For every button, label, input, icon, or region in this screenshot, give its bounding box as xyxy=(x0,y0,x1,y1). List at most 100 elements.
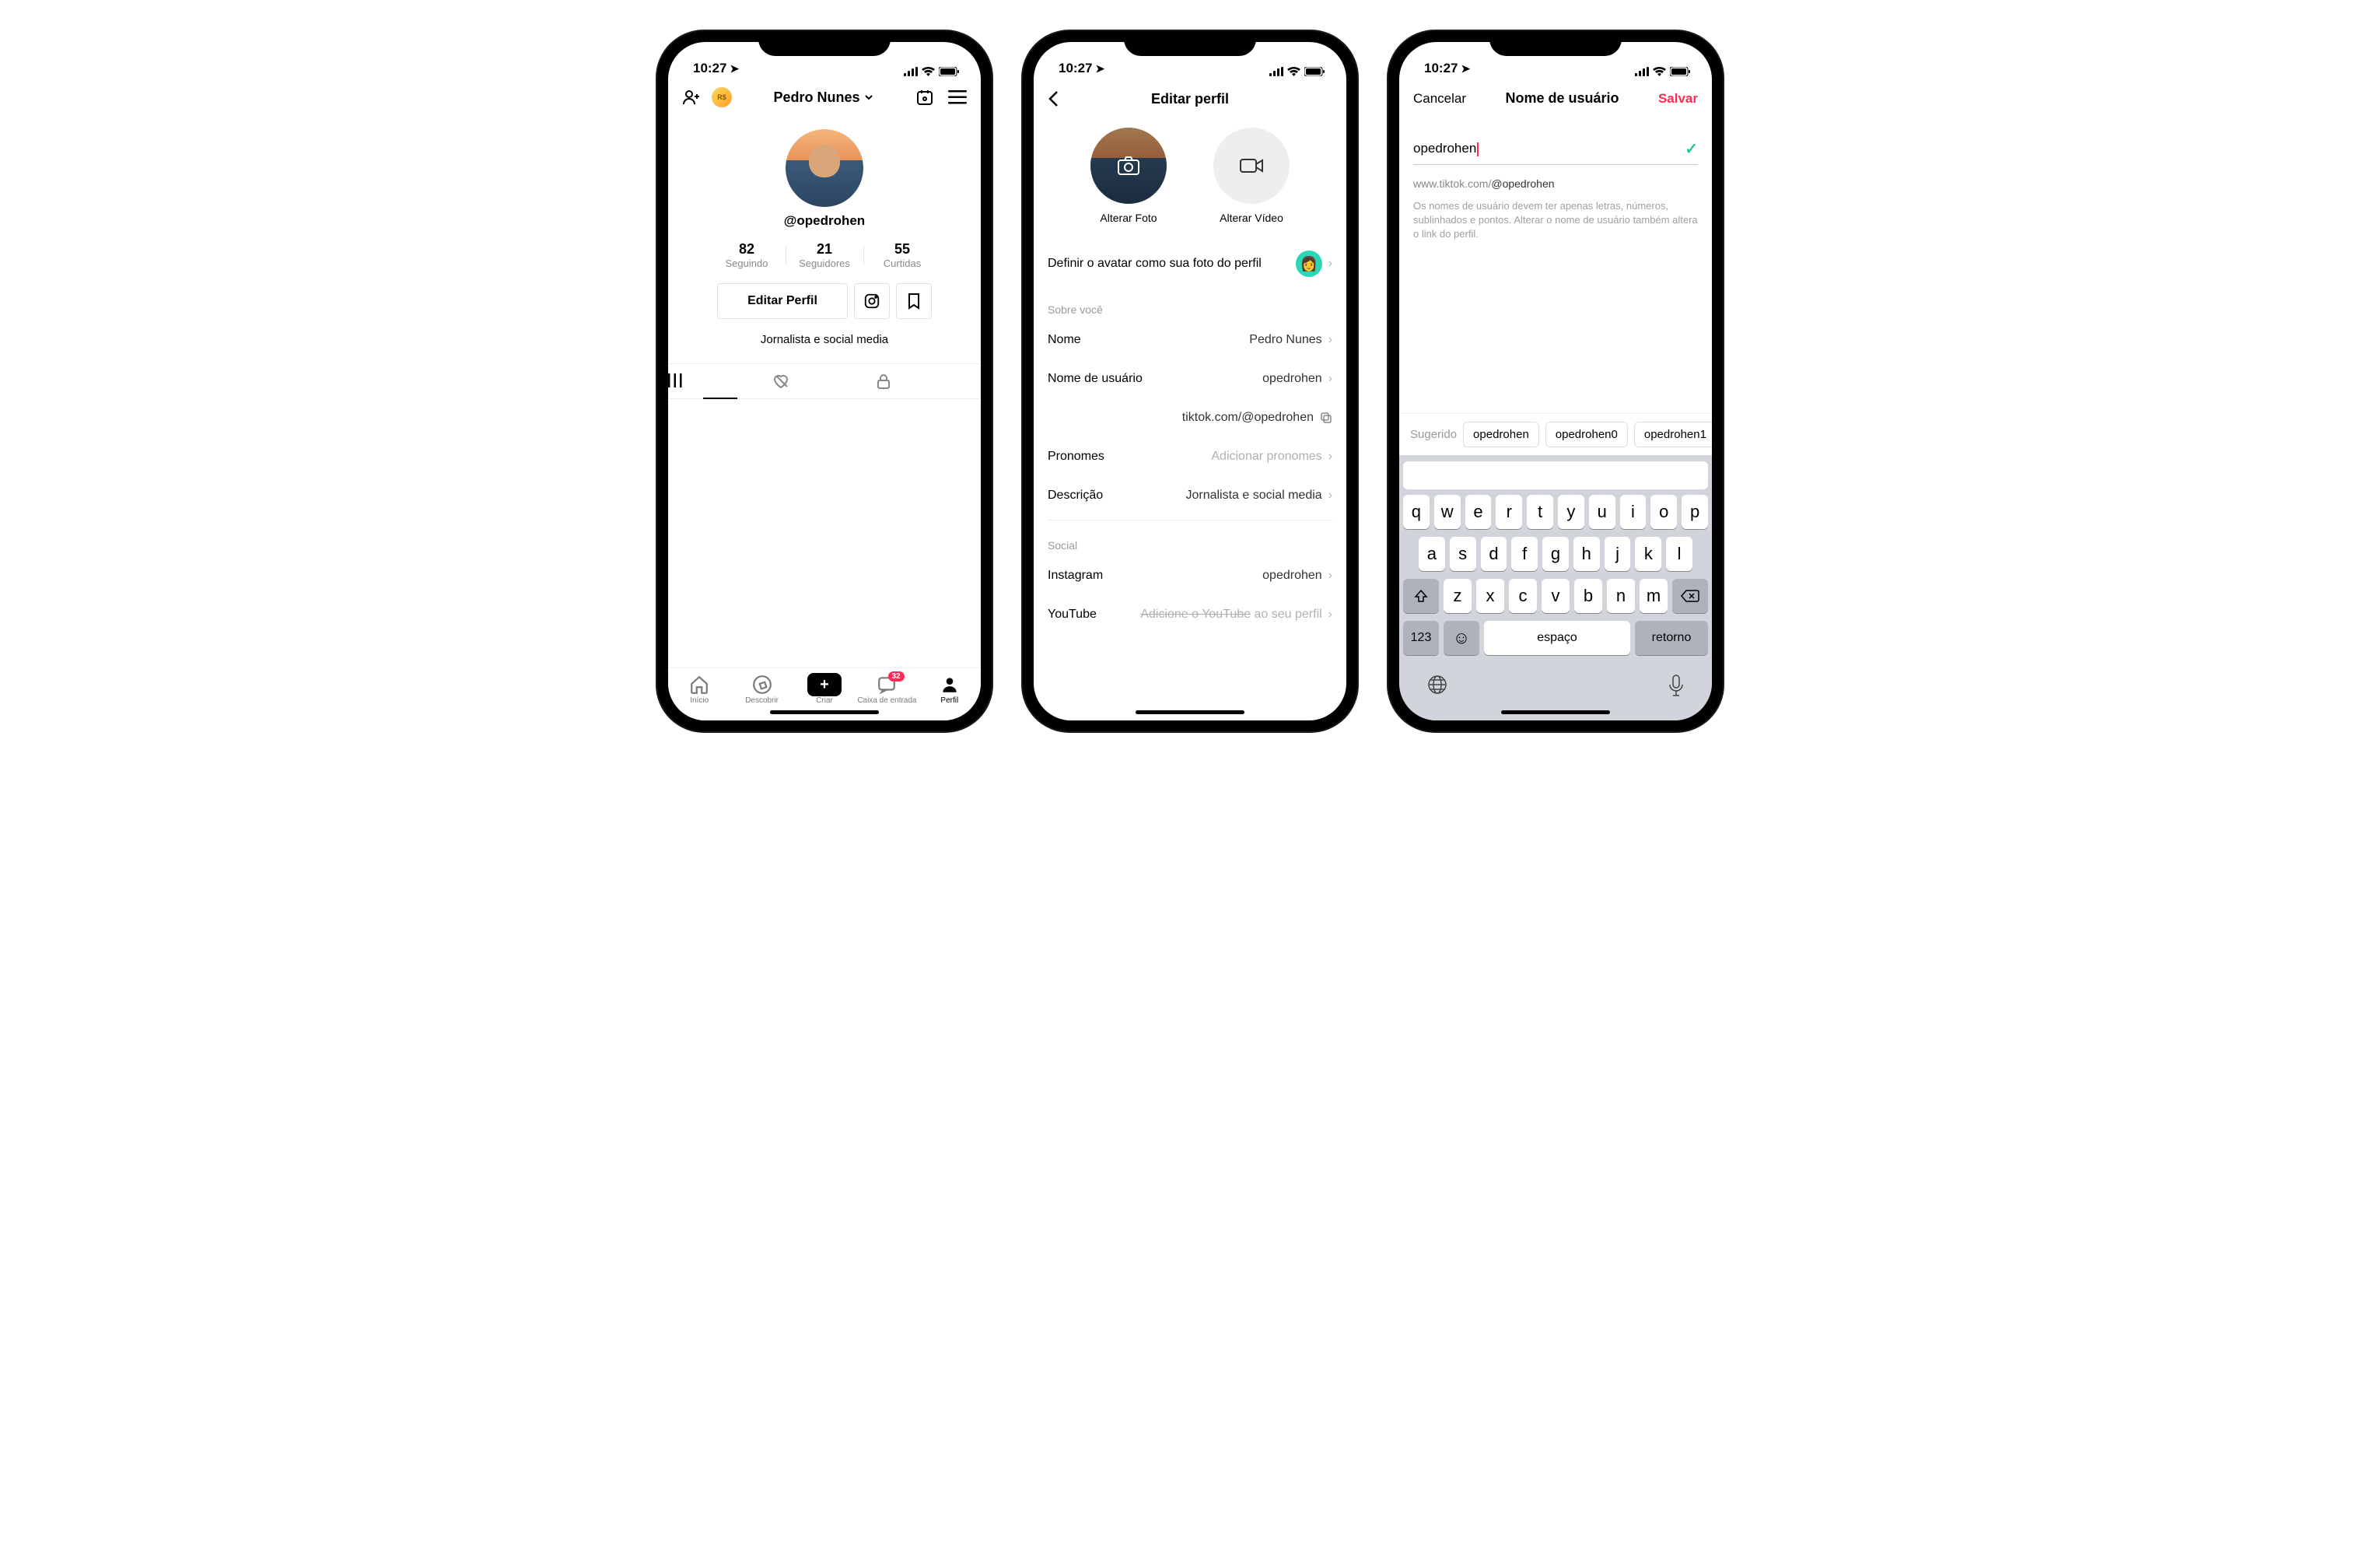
avatar-row[interactable]: Definir o avatar como sua foto do perfil… xyxy=(1034,238,1346,289)
signal-icon xyxy=(1269,67,1283,76)
key-d[interactable]: d xyxy=(1481,537,1507,571)
save-button[interactable]: Salvar xyxy=(1658,91,1698,107)
signal-icon xyxy=(904,67,918,76)
key-emoji[interactable]: ☺ xyxy=(1444,621,1479,655)
location-icon: ➤ xyxy=(1095,62,1104,75)
row-profile-link[interactable]: tiktok.com/@opedrohen xyxy=(1034,398,1346,437)
coin-icon[interactable]: R$ xyxy=(712,87,732,107)
inbox-badge: 32 xyxy=(888,671,905,682)
suggestion-chip[interactable]: opedrohen1 xyxy=(1634,422,1712,447)
nav-home[interactable]: Início xyxy=(668,675,730,705)
key-q[interactable]: q xyxy=(1403,495,1430,529)
change-photo[interactable]: Alterar Foto xyxy=(1090,128,1167,224)
key-h[interactable]: h xyxy=(1573,537,1600,571)
key-o[interactable]: o xyxy=(1650,495,1677,529)
key-shift[interactable] xyxy=(1403,579,1439,613)
lock-icon xyxy=(877,373,891,389)
stat-followers[interactable]: 21 Seguidores xyxy=(786,241,863,269)
video-icon xyxy=(1239,156,1264,175)
suggestion-chip[interactable]: opedrohen xyxy=(1463,422,1539,447)
home-indicator[interactable] xyxy=(770,710,879,714)
key-b[interactable]: b xyxy=(1574,579,1602,613)
chevron-right-icon: › xyxy=(1328,608,1332,622)
key-backspace[interactable] xyxy=(1672,579,1708,613)
key-123[interactable]: 123 xyxy=(1403,621,1439,655)
key-i[interactable]: i xyxy=(1620,495,1647,529)
home-indicator[interactable] xyxy=(1501,710,1610,714)
status-time: 10:27 xyxy=(693,61,726,76)
suggested-label: Sugerido xyxy=(1410,428,1457,441)
section-social: Social xyxy=(1034,525,1346,556)
key-space[interactable]: espaço xyxy=(1484,621,1630,655)
stat-likes[interactable]: 55 Curtidas xyxy=(863,241,941,269)
profile-url: www.tiktok.com/@opedrohen xyxy=(1413,177,1698,190)
bookmark-button[interactable] xyxy=(896,283,932,319)
row-instagram[interactable]: Instagram opedrohen› xyxy=(1034,556,1346,595)
key-g[interactable]: g xyxy=(1542,537,1569,571)
tab-grid[interactable] xyxy=(668,364,772,398)
calendar-icon[interactable] xyxy=(915,88,934,107)
menu-icon[interactable] xyxy=(948,90,967,104)
avatar[interactable] xyxy=(786,129,863,207)
key-f[interactable]: f xyxy=(1511,537,1538,571)
tab-liked[interactable] xyxy=(772,364,877,398)
stat-following[interactable]: 82 Seguindo xyxy=(708,241,786,269)
key-t[interactable]: t xyxy=(1527,495,1553,529)
row-description[interactable]: Descrição Jornalista e social media› xyxy=(1034,476,1346,515)
status-icons xyxy=(904,67,959,76)
key-x[interactable]: x xyxy=(1476,579,1504,613)
key-w[interactable]: w xyxy=(1434,495,1461,529)
row-pronouns[interactable]: Pronomes Adicionar pronomes› xyxy=(1034,437,1346,476)
key-return[interactable]: retorno xyxy=(1635,621,1708,655)
wifi-icon xyxy=(1287,67,1300,76)
edit-profile-button[interactable]: Editar Perfil xyxy=(717,283,848,319)
nav-profile[interactable]: Perfil xyxy=(919,675,981,705)
cancel-button[interactable]: Cancelar xyxy=(1413,91,1466,107)
key-m[interactable]: m xyxy=(1640,579,1668,613)
section-about: Sobre você xyxy=(1034,289,1346,321)
username-label: @opedrohen xyxy=(668,213,981,229)
status-bar: 10:27➤ xyxy=(1399,42,1712,79)
tab-private[interactable] xyxy=(877,364,981,398)
add-friend-icon[interactable] xyxy=(682,88,701,107)
change-video[interactable]: Alterar Vídeo xyxy=(1213,128,1290,224)
key-e[interactable]: e xyxy=(1465,495,1492,529)
key-a[interactable]: a xyxy=(1419,537,1445,571)
nav-discover[interactable]: Descobrir xyxy=(730,675,793,705)
profile-name-toggle[interactable]: Pedro Nunes xyxy=(773,89,873,106)
key-z[interactable]: z xyxy=(1444,579,1472,613)
key-r[interactable]: r xyxy=(1496,495,1522,529)
nav-inbox[interactable]: 32 Caixa de entrada xyxy=(856,675,918,705)
key-l[interactable]: l xyxy=(1666,537,1692,571)
row-username[interactable]: Nome de usuário opedrohen› xyxy=(1034,359,1346,398)
key-c[interactable]: c xyxy=(1509,579,1537,613)
backspace-icon xyxy=(1681,589,1699,603)
globe-icon[interactable] xyxy=(1426,674,1448,697)
status-bar: 10:27 ➤ xyxy=(668,42,981,79)
status-bar: 10:27➤ xyxy=(1034,42,1346,79)
key-j[interactable]: j xyxy=(1605,537,1631,571)
key-k[interactable]: k xyxy=(1635,537,1661,571)
row-name[interactable]: Nome Pedro Nunes› xyxy=(1034,321,1346,359)
key-y[interactable]: y xyxy=(1558,495,1584,529)
mic-icon[interactable] xyxy=(1668,674,1685,697)
key-u[interactable]: u xyxy=(1589,495,1615,529)
key-v[interactable]: v xyxy=(1542,579,1570,613)
suggestion-chip[interactable]: opedrohen0 xyxy=(1545,422,1628,447)
wifi-icon xyxy=(922,67,935,76)
key-p[interactable]: p xyxy=(1682,495,1708,529)
home-indicator[interactable] xyxy=(1136,710,1244,714)
username-input[interactable]: opedrohen xyxy=(1413,136,1698,165)
keyboard-hint-bar[interactable] xyxy=(1403,461,1708,489)
copy-icon xyxy=(1320,412,1332,424)
battery-icon xyxy=(1304,67,1325,76)
grid-icon xyxy=(668,373,682,387)
chevron-right-icon: › xyxy=(1328,489,1332,503)
key-n[interactable]: n xyxy=(1607,579,1635,613)
instagram-button[interactable] xyxy=(854,283,890,319)
row-youtube[interactable]: YouTube Adicione o YouTube ao seu perfil… xyxy=(1034,595,1346,625)
chevron-right-icon: › xyxy=(1328,333,1332,347)
nav-create[interactable]: + Criar xyxy=(793,675,856,705)
key-s[interactable]: s xyxy=(1450,537,1476,571)
plus-icon: + xyxy=(807,673,842,696)
